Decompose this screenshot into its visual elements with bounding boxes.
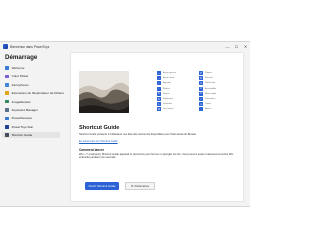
shortcut-label: Menu rapide: [205, 92, 217, 95]
landscape-wallpaper: [79, 71, 129, 113]
sidebar-item-label: Color Picker: [11, 74, 29, 79]
learn-more-link[interactable]: En savoir plus sur Shortcut Guide: [79, 140, 118, 143]
shortcut-key: ←: [157, 71, 161, 75]
shortcut-key: I: [199, 97, 203, 101]
powertoys-logo-icon: [3, 44, 8, 49]
shortcut-label: Paramètres: [205, 98, 216, 100]
shortcut-label: Ancrer gauche: [163, 72, 177, 74]
shortcut-row: ↑ Agrandir: [157, 81, 171, 86]
open-shortcut-guide-button[interactable]: Ouvrir Shortcut Guide: [85, 182, 119, 190]
shortcut-label: Projeter: [205, 72, 213, 74]
shortcut-row: D Bureau: [157, 91, 170, 96]
keyboard-icon: [5, 108, 9, 112]
shortcut-label: Explorateur: [163, 98, 174, 100]
minimize-button[interactable]: —: [223, 42, 232, 51]
shortcut-label: Accessibilité: [205, 87, 217, 90]
page-title: Démarrage: [5, 54, 38, 61]
window-title: Bienvenue dans PowerToys: [10, 44, 50, 49]
hero-illustration: ← Ancrer gauche → Ancrer droite ↑ Agrandir ↓ Ré…: [79, 61, 237, 121]
how-to-launch-text: Win + ? (maintenir) Shortcut Guide appar…: [79, 153, 234, 160]
sidebar-item-label: ImageResizer: [11, 99, 31, 104]
shortcut-row: ← Ancrer gauche: [157, 71, 176, 75]
shortcut-row: S Rechercher: [199, 81, 216, 86]
shortcut-row: ↓ Réduire: [157, 86, 171, 91]
sidebar-item-keyboard[interactable]: Keyboard Manager: [2, 107, 64, 113]
shortcut-row: I Paramètres: [199, 97, 215, 101]
shortcut-label: Aperçu: [205, 108, 212, 111]
sidebar-item-label: Shortcut Guide: [11, 133, 33, 138]
sidebar-item-shortcut-guide[interactable]: Shortcut Guide: [2, 132, 60, 139]
shortcut-label: Ancrer droite: [163, 77, 175, 80]
rename-icon: [5, 116, 9, 121]
shortcut-row: → Ancrer droite: [157, 76, 175, 81]
sidebar-item-label: Extensions de l'Explorateur de fichiers: [11, 91, 64, 96]
shortcut-label: Verrouiller: [163, 103, 173, 106]
settings-button-label: Paramètres: [134, 184, 150, 188]
shortcut-row: L Verrouiller: [157, 102, 173, 107]
shortcut-key: ,: [199, 107, 203, 112]
section-description: Shortcut Guide présente à l'utilisateur …: [79, 133, 197, 136]
shortcut-key: ↓: [157, 86, 161, 91]
sidebar-item-image-resizer[interactable]: ImageResizer: [2, 99, 64, 105]
main-content: ← Ancrer gauche → Ancrer droite ↑ Agrandir ↓ Ré…: [70, 52, 244, 202]
shortcut-row: A Centre: [199, 102, 212, 107]
sidebar-item-run[interactable]: PowerToys Run: [2, 124, 64, 130]
shortcut-row: R Exécuter: [199, 76, 213, 81]
fancyzones-icon: [5, 82, 9, 87]
shortcut-row: E Explorateur: [157, 97, 173, 101]
shortcut-label: Centre: [205, 103, 212, 106]
sidebar-item-label: Keyboard Manager: [11, 107, 38, 112]
section-title: Shortcut Guide: [79, 125, 120, 131]
sidebar-item-file-explorer[interactable]: Extensions de l'Explorateur de fichiers: [2, 90, 64, 96]
powertoys-window: Bienvenue dans PowerToys — ☐ ✕ Démarrage…: [0, 41, 250, 207]
shortcut-row: X Menu rapide: [199, 91, 217, 96]
gear-icon: ⚙: [130, 184, 134, 188]
close-button[interactable]: ✕: [241, 42, 250, 51]
sidebar-item-label: PowerToys Run: [11, 124, 34, 129]
sidebar-nav: Welcome Color Picker FancyZones Extensions …: [0, 65, 64, 141]
shortcut-row: P Projeter: [199, 71, 212, 75]
sidebar-item-color-picker[interactable]: Color Picker: [2, 73, 64, 79]
shortcut-key: E: [157, 97, 161, 101]
shortcut-label: Réduire: [163, 87, 171, 90]
shortcut-key: R: [199, 76, 203, 81]
title-bar: Bienvenue dans PowerToys — ☐ ✕: [0, 42, 250, 51]
sidebar-item-fancyzones[interactable]: FancyZones: [2, 82, 64, 88]
shortcut-key: A: [199, 102, 203, 107]
shortcut-key: ↑: [157, 81, 161, 86]
shortcut-label: Agrandir: [163, 82, 171, 85]
shortcut-key: →: [157, 76, 161, 81]
shortcut-label: Tout réduire: [163, 108, 174, 111]
settings-button[interactable]: ⚙ Paramètres: [125, 182, 155, 190]
sidebar-item-label: PowerRename: [11, 116, 33, 121]
image-resizer-icon: [5, 99, 9, 104]
shortcut-label: Exécuter: [205, 77, 213, 80]
shortcut-key: D: [157, 91, 161, 96]
shortcut-key: U: [199, 86, 203, 91]
how-to-launch-title: Comment lancer: [79, 148, 104, 152]
shortcut-key: X: [199, 91, 203, 96]
home-icon: [5, 66, 9, 70]
shortcut-key: S: [199, 81, 203, 86]
shortcut-label: Rechercher: [205, 82, 216, 85]
shortcut-guide-icon: [5, 133, 9, 137]
color-picker-icon: [5, 74, 9, 79]
shortcut-row: U Accessibilité: [199, 86, 217, 91]
shortcut-key: M: [157, 107, 161, 112]
shortcut-key: L: [157, 102, 161, 107]
shortcut-label: Bureau: [163, 92, 170, 95]
sidebar-item-label: Welcome: [11, 66, 25, 70]
file-explorer-icon: [5, 91, 9, 95]
run-icon: [5, 124, 9, 129]
maximize-button[interactable]: ☐: [232, 42, 241, 51]
desktop-preview-image: [79, 71, 129, 113]
sidebar-item-rename[interactable]: PowerRename: [2, 115, 64, 121]
sidebar-item-label: FancyZones: [11, 82, 29, 87]
sidebar-item-home[interactable]: Welcome: [2, 65, 64, 71]
shortcut-row: M Tout réduire: [157, 107, 174, 112]
shortcut-key: P: [199, 71, 203, 75]
shortcut-row: , Aperçu: [199, 107, 212, 112]
